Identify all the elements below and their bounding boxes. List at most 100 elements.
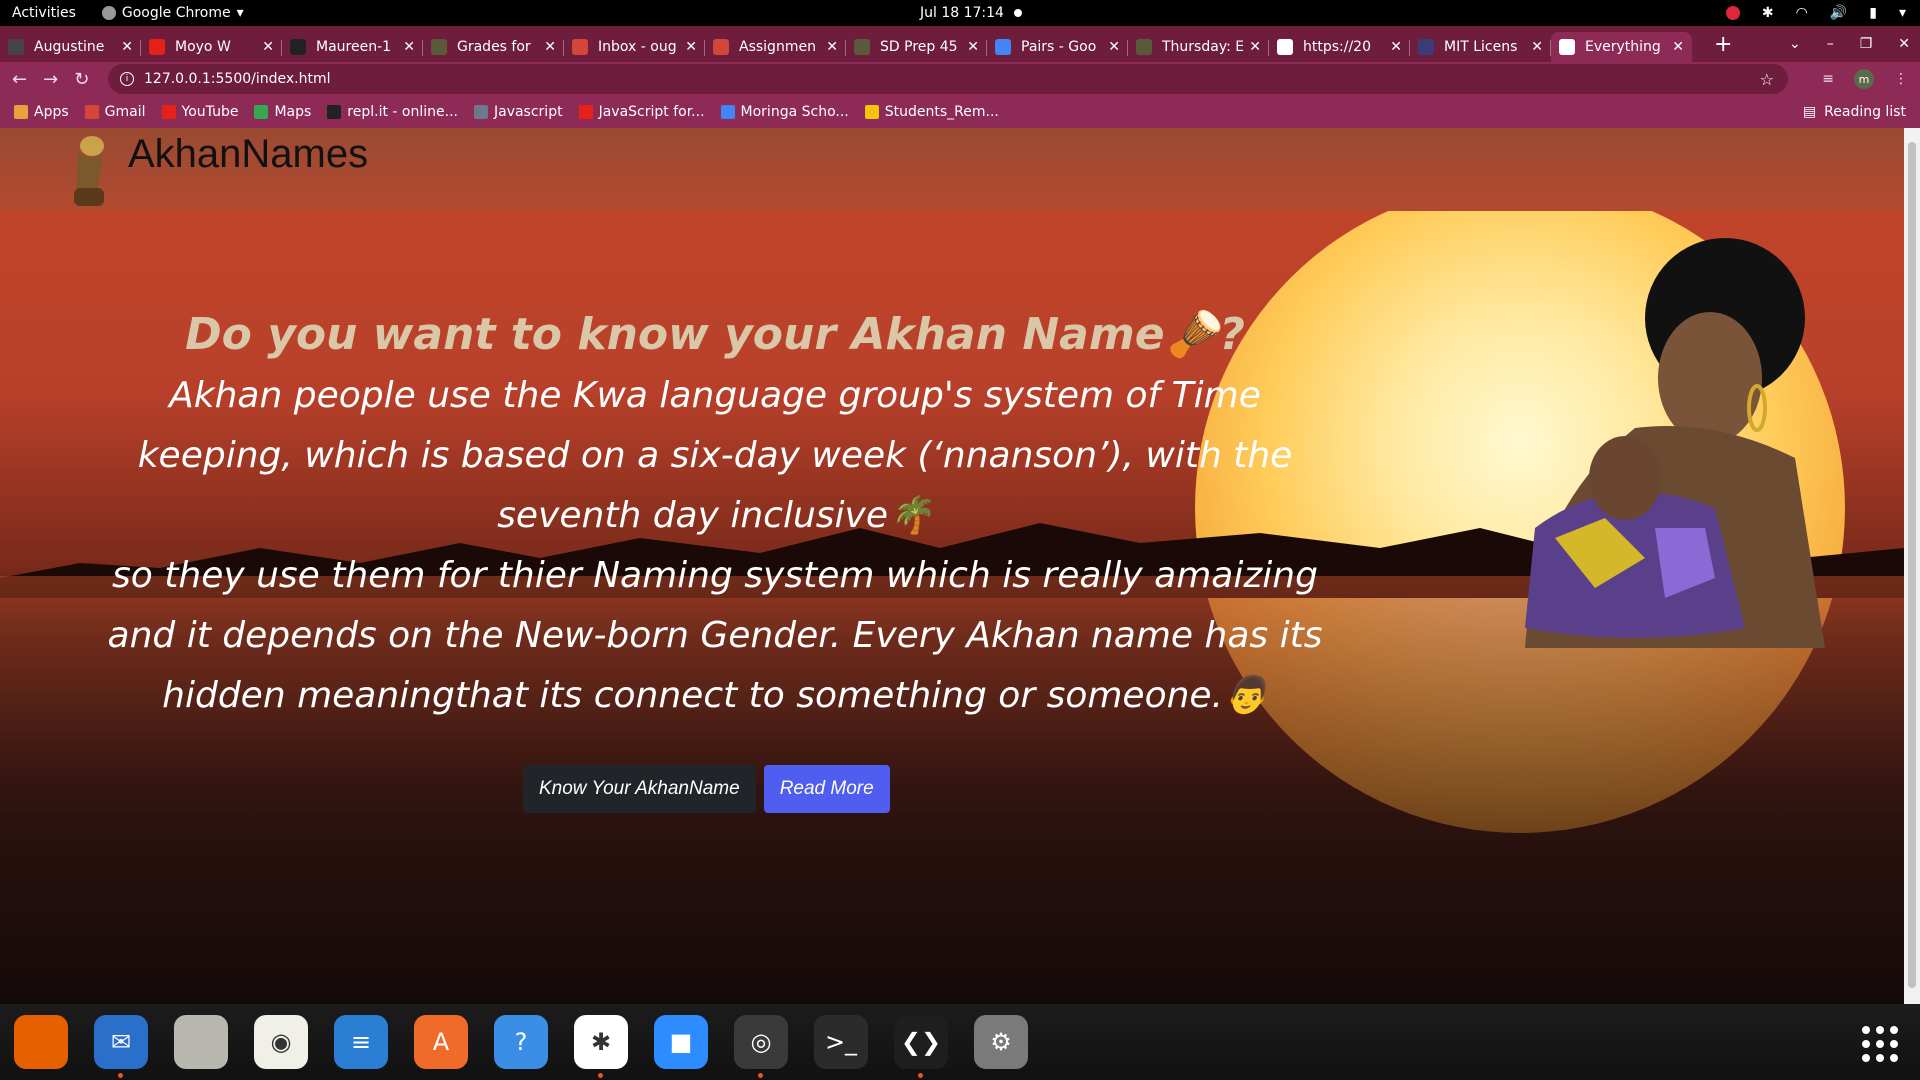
scrollbar-thumb[interactable] [1908,142,1916,988]
close-tab-icon[interactable]: ✕ [262,39,274,55]
activities-button[interactable]: Activities [12,5,76,21]
zoom-icon[interactable]: ■ [654,1015,708,1069]
tab-favicon-icon [1418,39,1434,55]
bookmark-item[interactable]: Apps [14,104,69,120]
bookmark-item[interactable]: Moringa Scho... [720,104,849,120]
firefox-icon[interactable] [14,1015,68,1069]
profile-avatar[interactable]: m [1854,69,1874,89]
browser-tab[interactable]: Thursday: E ✕ [1128,32,1269,62]
chrome-icon[interactable]: ◎ [734,1015,788,1078]
browser-tab[interactable]: Everything ✕ [1551,32,1692,62]
browser-tab[interactable]: Assignmen ✕ [705,32,846,62]
system-tray[interactable]: ✱ ◠ 🔊 ▮ ▾ [1725,5,1906,21]
app-name-label: Google Chrome [121,5,231,21]
bookmark-item[interactable]: YouTube [161,104,238,120]
close-tab-icon[interactable]: ✕ [1531,39,1543,55]
back-icon[interactable]: ← [12,69,27,90]
bookmark-favicon-icon [578,105,593,119]
app-menu[interactable]: Google Chrome ▾ [101,5,244,21]
close-tab-icon[interactable]: ✕ [1249,39,1261,55]
brand-name[interactable]: AkhanNames [128,132,368,177]
browser-tab[interactable]: Inbox - oug ✕ [564,32,705,62]
site-info-icon[interactable]: i [120,72,134,86]
notification-dot-icon [1014,9,1022,17]
browser-tab[interactable]: MIT Licens ✕ [1410,32,1551,62]
bookmark-label: Students_Rem... [884,104,999,120]
clock[interactable]: Jul 18 17:14 [920,5,1004,21]
vscode-icon[interactable]: ❮❯ [894,1015,948,1078]
bookmark-item[interactable]: JavaScript for... [578,104,705,120]
browser-tab[interactable]: Grades for ✕ [423,32,564,62]
tab-title: Maureen-1 [316,39,392,55]
help-icon[interactable]: ? [494,1015,548,1069]
power-menu-icon: ▾ [1898,5,1906,21]
know-your-akhanname-button[interactable]: Know Your AkhanName [523,765,756,813]
bookmark-favicon-icon [254,105,269,119]
tab-title: https://20 [1303,39,1371,55]
bookmark-star-icon[interactable]: ☆ [1760,70,1774,89]
tab-title: Assignmen [739,39,816,55]
bookmark-favicon-icon [864,105,879,119]
tab-title: Pairs - Goo [1021,39,1097,55]
bookmark-item[interactable]: Javascript [473,104,563,120]
bookmark-label: Gmail [104,104,146,120]
close-window-icon[interactable]: ✕ [1898,36,1910,52]
menu-kebab-icon[interactable]: ⋮ [1894,71,1908,87]
page-scrollbar[interactable] [1904,128,1920,1004]
browser-tab[interactable]: SD Prep 45 ✕ [846,32,987,62]
mother-and-child-illustration [1525,238,1825,648]
thunderbird-icon[interactable]: ✉ [94,1015,148,1078]
tab-favicon-icon [431,39,447,55]
tab-search-icon[interactable]: ⌄ [1789,36,1801,52]
bookmark-item[interactable]: Maps [254,104,311,120]
system-top-bar: Activities Google Chrome ▾ Jul 18 17:14 … [0,0,1920,26]
tab-favicon-icon [1559,39,1575,55]
read-more-button[interactable]: Read More [763,765,890,813]
site-navbar: AkhanNames [0,128,1904,211]
tab-favicon-icon [290,39,306,55]
tab-favicon-icon [8,39,24,55]
bookmark-item[interactable]: repl.it - online... [327,104,458,120]
minimize-icon[interactable]: – [1827,36,1834,52]
restore-icon[interactable]: ❐ [1860,36,1873,52]
browser-tab[interactable]: Maureen-1 ✕ [282,32,423,62]
forward-icon[interactable]: → [43,69,58,90]
browser-tab[interactable]: Augustine ✕ [0,32,141,62]
hero-heading: Do you want to know your Akhan Name🪘? [185,309,1245,360]
close-tab-icon[interactable]: ✕ [1390,39,1402,55]
bookmarks-bar: Apps Gmail YouTube Maps repl.it - online... J… [0,96,1920,128]
chevron-down-icon: ▾ [236,5,244,21]
writer-icon[interactable]: ≡ [334,1015,388,1069]
close-tab-icon[interactable]: ✕ [685,39,697,55]
rhythmbox-icon[interactable]: ◉ [254,1015,308,1069]
close-tab-icon[interactable]: ✕ [544,39,556,55]
reading-list-button[interactable]: ▤ Reading list [1803,104,1906,120]
settings-icon[interactable]: ⚙ [974,1015,1028,1069]
files-icon[interactable] [174,1015,228,1069]
address-bar[interactable]: i 127.0.0.1:5500/index.html ☆ [108,64,1788,94]
slack-icon[interactable]: ✱ [574,1015,628,1078]
drummer-logo-icon[interactable] [58,132,122,208]
browser-tab[interactable]: Moyo W ✕ [141,32,282,62]
close-tab-icon[interactable]: ✕ [1108,39,1120,55]
close-tab-icon[interactable]: ✕ [403,39,415,55]
battery-icon: ▮ [1869,5,1877,21]
bookmark-item[interactable]: Gmail [84,104,146,120]
browser-tab[interactable]: https://20 ✕ [1269,32,1410,62]
show-applications-icon[interactable] [1862,1026,1898,1062]
close-tab-icon[interactable]: ✕ [967,39,979,55]
close-tab-icon[interactable]: ✕ [1672,39,1684,55]
terminal-icon[interactable]: >_ [814,1015,868,1069]
bookmark-favicon-icon [327,105,342,119]
slack-tray-icon: ✱ [1761,5,1774,21]
volume-icon: 🔊 [1829,5,1848,21]
media-control-icon[interactable]: ≡ [1822,71,1834,87]
close-tab-icon[interactable]: ✕ [826,39,838,55]
close-tab-icon[interactable]: ✕ [121,39,133,55]
window-controls: ⌄ – ❐ ✕ [1789,26,1910,62]
reload-icon[interactable]: ↻ [74,69,89,90]
bookmark-item[interactable]: Students_Rem... [864,104,999,120]
new-tab-button[interactable]: + [1714,32,1732,57]
software-center-icon[interactable]: A [414,1015,468,1069]
browser-tab[interactable]: Pairs - Goo ✕ [987,32,1128,62]
